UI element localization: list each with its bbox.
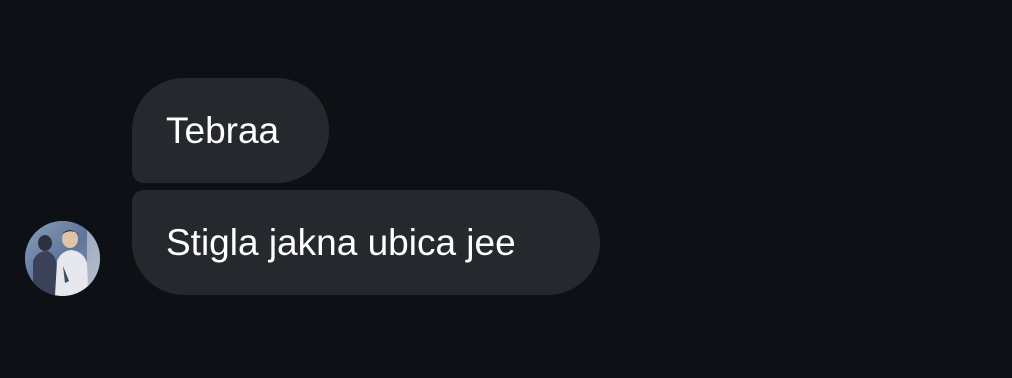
sender-avatar[interactable] [25,221,100,296]
user-avatar-photo-icon [25,221,100,296]
message-bubble[interactable]: Tebraa [132,78,329,183]
message-text: Stigla jakna ubica jee [166,222,516,263]
message-bubble[interactable]: Stigla jakna ubica jee [132,190,600,295]
incoming-message-group: Tebraa Stigla jakna ubica jee [0,0,1012,378]
message-text: Tebraa [166,110,280,151]
chat-thread: Tebraa Stigla jakna ubica jee [0,0,1012,378]
